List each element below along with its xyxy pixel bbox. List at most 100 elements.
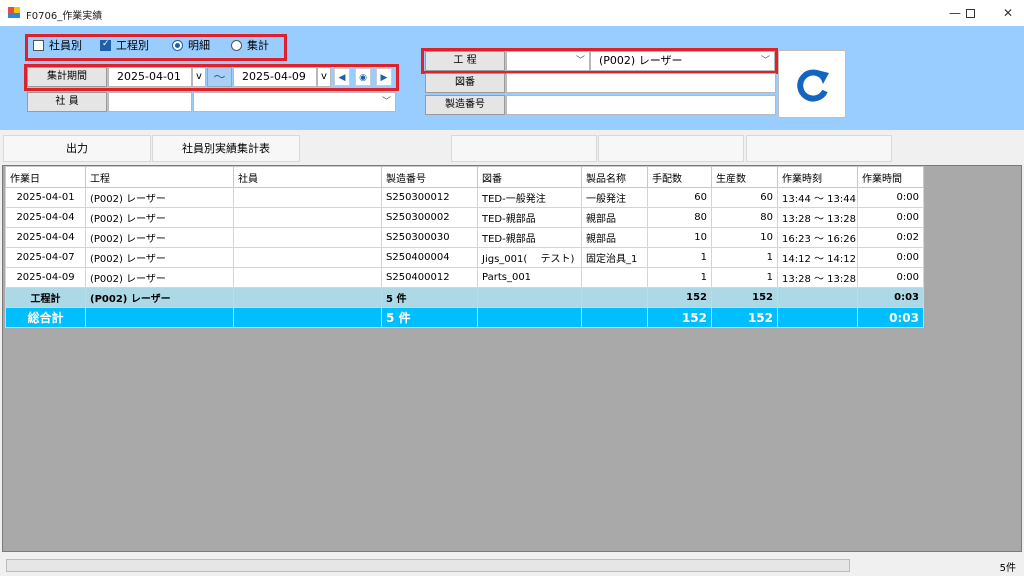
radio-icon: [231, 39, 242, 51]
column-header[interactable]: 図番: [477, 166, 582, 188]
table-cell: 0:03: [857, 307, 924, 328]
next-arrow-icon[interactable]: ▶: [376, 68, 392, 86]
detail-radio[interactable]: 明細: [172, 37, 210, 53]
table-cell: [477, 307, 582, 328]
table-cell: [233, 287, 382, 308]
process-code-select[interactable]: ﹀: [506, 51, 590, 71]
filter-panel: 社員別 工程別 明細 集計 集計期間 2025-04-01 v ～ 2025-0…: [0, 26, 1024, 130]
table-cell: 1: [711, 267, 778, 288]
table-cell: [581, 307, 648, 328]
drawing-label: 図番: [425, 73, 505, 93]
refresh-icon: [797, 69, 829, 102]
column-header[interactable]: 工程: [85, 166, 234, 188]
app-icon: [8, 7, 20, 18]
table-cell: 5 件: [381, 307, 478, 328]
header-row: 作業日 工程 社員 製造番号 図番 製品名称 手配数 生産数 作業時刻 作業時間: [5, 166, 924, 188]
table-row[interactable]: 2025-04-04 (P002) レーザー S250300030 TED-親部…: [5, 227, 924, 248]
date-to-field[interactable]: 2025-04-09: [233, 67, 317, 87]
table-cell: 0:00: [857, 247, 924, 268]
date-from-field[interactable]: 2025-04-01: [108, 67, 192, 87]
maximize-button[interactable]: [948, 0, 992, 26]
summary-radio[interactable]: 集計: [231, 37, 269, 53]
table-cell: (P002) レーザー: [85, 247, 234, 268]
status-bar: 5件: [0, 555, 1024, 576]
table-cell: S250300012: [381, 187, 478, 208]
serial-label: 製造番号: [425, 95, 505, 115]
column-header[interactable]: 社員: [233, 166, 382, 188]
drawing-field[interactable]: [506, 73, 776, 93]
subtotal-row[interactable]: 工程計 (P002) レーザー 5 件 152 152 0:03: [5, 287, 924, 308]
table-cell: 10: [647, 227, 712, 248]
refresh-button[interactable]: [778, 50, 846, 118]
table-cell: 10: [711, 227, 778, 248]
table-cell: [477, 287, 582, 308]
table-cell: (P002) レーザー: [85, 267, 234, 288]
table-cell: 152: [647, 307, 712, 328]
period-label: 集計期間: [27, 67, 107, 87]
table-row[interactable]: 2025-04-07 (P002) レーザー S250400004 Jigs_0…: [5, 247, 924, 268]
progress-bar: [6, 559, 850, 572]
table-cell: S250400004: [381, 247, 478, 268]
table-cell: 13:28 ～ 13:28: [777, 267, 858, 288]
table-cell: S250300030: [381, 227, 478, 248]
table-cell: 1: [711, 247, 778, 268]
column-header[interactable]: 作業時刻: [777, 166, 858, 188]
column-header[interactable]: 作業時間: [857, 166, 924, 188]
table-row[interactable]: 2025-04-09 (P002) レーザー S250400012 Parts_…: [5, 267, 924, 288]
date-from-dropdown[interactable]: v: [192, 67, 206, 87]
table-cell: [233, 207, 382, 228]
table-cell: (P002) レーザー: [85, 227, 234, 248]
column-header[interactable]: 生産数: [711, 166, 778, 188]
table-cell: [233, 307, 382, 328]
table-cell: Parts_001: [477, 267, 582, 288]
table-cell: [85, 307, 234, 328]
employee-name-select[interactable]: ﹀: [193, 92, 396, 112]
table-row[interactable]: 2025-04-01 (P002) レーザー S250300012 TED-一般…: [5, 187, 924, 208]
employee-label: 社 員: [27, 92, 107, 112]
by-process-checkbox[interactable]: 工程別: [100, 37, 149, 53]
table-cell: 14:12 ～ 14:12: [777, 247, 858, 268]
close-button[interactable]: ✕: [992, 0, 1024, 26]
table-cell: 0:00: [857, 187, 924, 208]
table-cell: 60: [711, 187, 778, 208]
column-header[interactable]: 手配数: [647, 166, 712, 188]
column-header[interactable]: 製品名称: [581, 166, 648, 188]
table-cell: TED-親部品: [477, 227, 582, 248]
current-icon[interactable]: ◉: [355, 68, 371, 86]
toolbar-empty-button-1[interactable]: [451, 135, 597, 162]
table-cell: [777, 307, 858, 328]
employee-report-button[interactable]: 社員別実績集計表: [152, 135, 300, 162]
column-header[interactable]: 作業日: [5, 166, 86, 188]
table-row[interactable]: 2025-04-04 (P002) レーザー S250300002 TED-親部…: [5, 207, 924, 228]
serial-field[interactable]: [506, 95, 776, 115]
table-cell: 13:44 ～ 13:44: [777, 187, 858, 208]
toolbar-empty-button-2[interactable]: [598, 135, 744, 162]
results-table: 作業日 工程 社員 製造番号 図番 製品名称 手配数 生産数 作業時刻 作業時間…: [5, 166, 924, 328]
column-header[interactable]: 製造番号: [381, 166, 478, 188]
table-cell: [581, 287, 648, 308]
table-cell: [233, 227, 382, 248]
table-cell: 総合計: [5, 307, 86, 328]
process-select[interactable]: (P002) レーザー ﹀: [590, 51, 775, 71]
date-to-dropdown[interactable]: v: [317, 67, 331, 87]
table-cell: 1: [647, 247, 712, 268]
chevron-down-icon: ﹀: [381, 97, 391, 107]
table-cell: 2025-04-07: [5, 247, 86, 268]
tilde-separator: ～: [207, 67, 232, 87]
output-button[interactable]: 出力: [3, 135, 151, 162]
table-cell: 0:00: [857, 207, 924, 228]
table-cell: TED-一般発注: [477, 187, 582, 208]
total-row[interactable]: 総合計 5 件 152 152 0:03: [5, 307, 924, 328]
toolbar-empty-button-3[interactable]: [746, 135, 892, 162]
table-cell: [581, 267, 648, 288]
table-cell: [777, 287, 858, 308]
prev-arrow-icon[interactable]: ◀: [334, 68, 350, 86]
table-cell: (P002) レーザー: [85, 187, 234, 208]
table-cell: S250300002: [381, 207, 478, 228]
table-cell: [233, 267, 382, 288]
table-cell: TED-親部品: [477, 207, 582, 228]
window-title: F0706_作業実績: [26, 11, 103, 22]
employee-code-field[interactable]: [108, 92, 192, 112]
table-cell: 13:28 ～ 13:28: [777, 207, 858, 228]
by-employee-checkbox[interactable]: 社員別: [33, 37, 82, 53]
